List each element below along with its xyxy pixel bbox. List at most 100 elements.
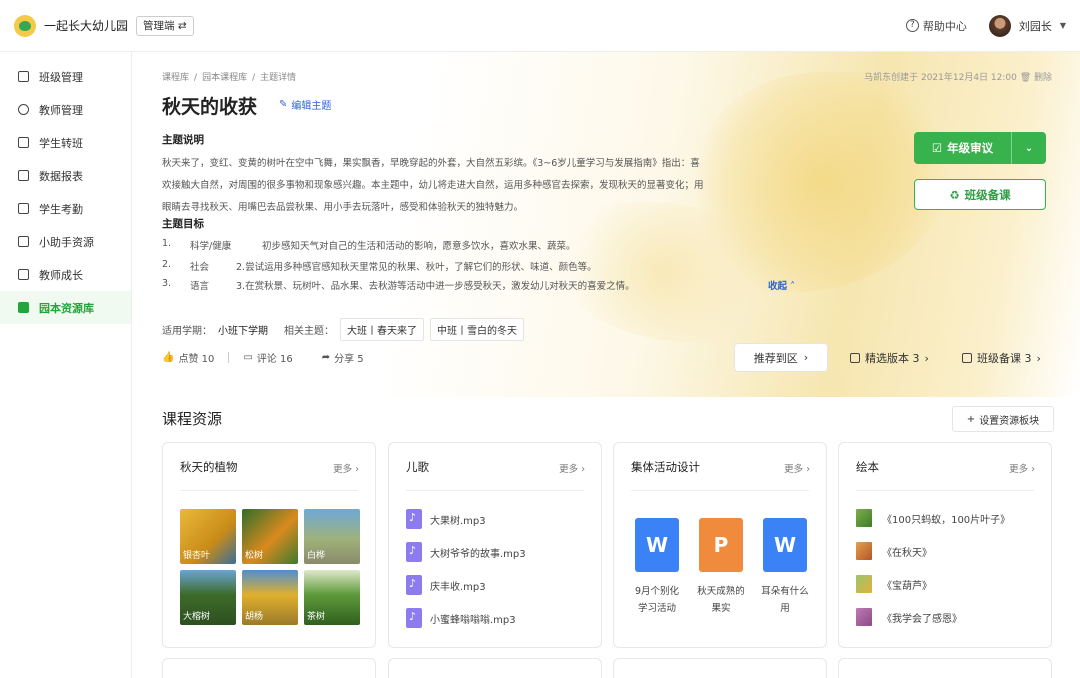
avatar[interactable]: [988, 14, 1011, 37]
resource-card-books: 绘本 更多 › 《100只蚂蚁，100片叶子》 《在秋天》 《宝葫芦》 《我学会…: [838, 442, 1052, 648]
grade-review-button[interactable]: ☑ 年级审议 ⌄: [914, 132, 1046, 164]
more-link[interactable]: 更多 ›: [559, 461, 585, 475]
sidebar-item-growth[interactable]: 教师成长: [0, 258, 131, 291]
word-doc-icon[interactable]: W: [635, 518, 679, 572]
sidebar-item-label: 园本资源库: [39, 301, 94, 315]
more-link[interactable]: 更多 ›: [1009, 461, 1035, 475]
sidebar-item-label: 小助手资源: [39, 235, 94, 249]
sidebar-item-teacher[interactable]: 教师管理: [0, 93, 131, 126]
description-line: 眼睛去寻找秋天、用嘴巴去品尝秋果、用小手去玩落叶，感受和体验秋天的独特魅力。: [162, 202, 524, 213]
audio-file[interactable]: 大果树.mp3: [406, 509, 486, 529]
related-label: 相关主题：: [284, 326, 334, 337]
picture-book[interactable]: 《100只蚂蚁，100片叶子》: [856, 509, 1010, 527]
chart-icon: [18, 170, 29, 181]
card-title: 儿歌: [406, 460, 429, 474]
checkbox-icon: [962, 353, 972, 363]
breadcrumb-item[interactable]: 课程库: [162, 73, 189, 83]
plant-thumbnail[interactable]: 白桦: [304, 509, 360, 564]
sidebar-item-attendance[interactable]: 学生考勤: [0, 192, 131, 225]
thumbnail-label: 茶树: [307, 612, 326, 622]
share-icon: ➦: [321, 352, 331, 363]
ppt-doc-icon[interactable]: P: [699, 518, 743, 572]
goal-category: 社会: [190, 262, 210, 273]
user-name[interactable]: 刘园长: [1019, 18, 1052, 34]
comment-button[interactable]: ▭ 评论 16: [243, 350, 292, 365]
word-doc-icon[interactable]: W: [763, 518, 807, 572]
sidebar-item-library[interactable]: 园本资源库: [0, 291, 131, 324]
thumbnail-label: 白桦: [307, 551, 326, 561]
related-theme-tag[interactable]: 中班丨雪白的冬天: [430, 318, 524, 341]
share-button[interactable]: ➦ 分享 5: [322, 350, 364, 365]
doc-caption[interactable]: 秋天成熟的 果实: [686, 583, 756, 617]
plant-thumbnail[interactable]: 松树: [242, 509, 298, 564]
period-label: 适用学期：: [162, 326, 212, 337]
goal-number: 3.: [162, 278, 172, 289]
goal-text: 初步感知天气对自己的生活和活动的影响，愿意多饮水，喜欢水果、蔬菜。: [262, 241, 576, 252]
picture-book[interactable]: 《我学会了感恩》: [856, 608, 962, 626]
audio-file[interactable]: 大树爷爷的故事.mp3: [406, 542, 526, 562]
featured-versions-link[interactable]: 精选版本 3 ›: [850, 350, 929, 366]
recommend-button[interactable]: 推荐到区 ›: [734, 343, 828, 372]
stats-row: 👍 点赞 10 ▭ 评论 16 ➦ 分享 5: [162, 350, 364, 365]
doc-caption[interactable]: 9月个别化 学习活动: [622, 583, 692, 617]
role-switch-button[interactable]: 管理端 ⇄: [136, 15, 194, 36]
sidebar-item-label: 班级管理: [39, 70, 83, 84]
sidebar-item-label: 数据报表: [39, 169, 83, 183]
sidebar-item-reports[interactable]: 数据报表: [0, 159, 131, 192]
doc-caption[interactable]: 耳朵有什么用: [750, 583, 820, 617]
class-prep-link[interactable]: 班级备课 3 ›: [962, 350, 1041, 366]
file-name: 庆丰收.mp3: [430, 581, 486, 593]
audio-file[interactable]: 庆丰收.mp3: [406, 575, 486, 595]
chevron-down-icon[interactable]: ⌄: [1012, 143, 1046, 154]
like-button[interactable]: 👍 点赞 10: [162, 350, 214, 365]
thumbnail-label: 胡杨: [245, 612, 264, 622]
description-heading: 主题说明: [162, 134, 204, 146]
audio-file-icon: [406, 509, 422, 529]
audio-file[interactable]: 小蜜蜂嗡嗡嗡.mp3: [406, 608, 516, 628]
audio-file-icon: [406, 575, 422, 595]
plant-thumbnail[interactable]: 大榕树: [180, 570, 236, 625]
top-bar: 一起长大幼儿园 管理端 ⇄ ? 帮助中心 刘园长 ▼: [0, 0, 1080, 52]
set-resource-block-button[interactable]: + 设置资源板块: [952, 406, 1054, 432]
divider: [856, 490, 1034, 491]
question-icon: ?: [905, 19, 919, 32]
goal-item: 1. 科学/健康 初步感知天气对自己的生活和活动的影响，愿意多饮水，喜欢水果、蔬菜。: [162, 238, 576, 252]
plant-thumbnail[interactable]: 银杏叶: [180, 509, 236, 564]
plant-thumbnail[interactable]: 胡杨: [242, 570, 298, 625]
breadcrumb-item[interactable]: 园本课程库: [202, 73, 247, 83]
resource-card-activities: 集体活动设计 更多 › W P W 9月个别化 学习活动 秋天成熟的 果实 耳朵有什…: [613, 442, 827, 648]
resource-card-next: [388, 658, 602, 678]
caption-line: 秋天成熟的: [697, 586, 745, 597]
sidebar-item-helper[interactable]: 小助手资源: [0, 225, 131, 258]
review-icon: ☑: [931, 141, 943, 155]
edit-theme-button[interactable]: ✎ 编辑主题: [269, 93, 342, 115]
sidebar-item-label: 教师管理: [39, 103, 83, 117]
edit-icon: ✎: [279, 98, 288, 110]
like-count: 点赞 10: [178, 354, 215, 365]
goal-text: 3.在赏秋景、玩树叶、品水果、去秋游等活动中进一步感受秋天，激发幼儿对秋天的喜爱…: [236, 281, 635, 292]
sidebar-item-transfer[interactable]: 学生转班: [0, 126, 131, 159]
plant-thumbnail[interactable]: 茶树: [304, 570, 360, 625]
related-theme-tag[interactable]: 大班丨春天来了: [340, 318, 424, 341]
divider: [406, 490, 584, 491]
book-title: 《100只蚂蚁，100片叶子》: [882, 514, 1011, 526]
picture-book[interactable]: 《在秋天》: [856, 542, 932, 560]
help-center-link[interactable]: ? 帮助中心: [905, 18, 967, 34]
sidebar-item-class[interactable]: 班级管理: [0, 60, 131, 93]
collapse-link[interactable]: 收起 ˄: [768, 278, 795, 292]
class-prep-button[interactable]: ♻ 班级备课: [914, 179, 1046, 210]
breadcrumb-separator: /: [194, 73, 198, 83]
recommend-label: 推荐到区: [753, 351, 798, 365]
picture-book[interactable]: 《宝葫芦》: [856, 575, 932, 593]
grade-review-label: 年级审议: [947, 141, 994, 155]
goal-item: 3. 语言 3.在赏秋景、玩树叶、品水果、去秋游等活动中进一步感受秋天，激发幼儿对秋…: [162, 278, 635, 292]
book-cover-icon: [856, 608, 872, 626]
set-block-label: 设置资源板块: [979, 415, 1040, 427]
more-link[interactable]: 更多 ›: [333, 461, 359, 475]
more-link[interactable]: 更多 ›: [784, 461, 810, 475]
sidebar-item-label: 学生转班: [39, 136, 83, 150]
caption-line: 学习活动: [637, 603, 676, 614]
caret-down-icon[interactable]: ▼: [1060, 21, 1066, 30]
book-cover-icon: [856, 509, 872, 527]
class-prep-label: 班级备课: [964, 187, 1011, 202]
